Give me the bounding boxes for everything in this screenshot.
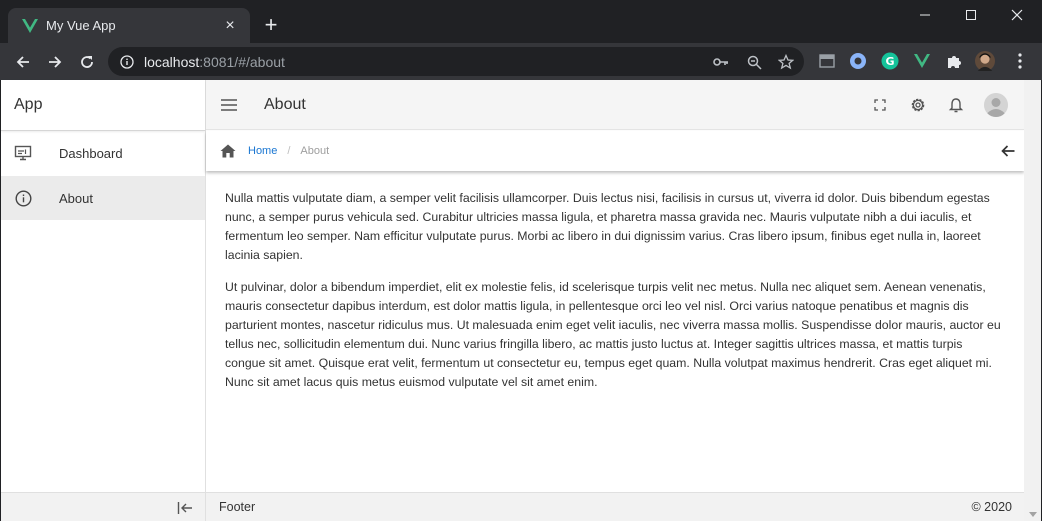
url-text[interactable]: localhost:8081/#/about	[144, 54, 285, 70]
sidebar-item-label: Dashboard	[59, 145, 123, 161]
home-icon[interactable]	[219, 142, 237, 160]
reload-icon[interactable]	[73, 48, 101, 76]
browser-toolbar: localhost:8081/#/about G	[0, 43, 1042, 80]
sidebar-item-about[interactable]: About	[1, 176, 205, 220]
breadcrumb-current: About	[300, 145, 330, 157]
star-icon[interactable]	[777, 53, 795, 71]
content-paragraph: Nulla mattis vulputate diam, a semper ve…	[225, 191, 990, 262]
extension-store-icon[interactable]	[817, 51, 837, 71]
tab-close-icon[interactable]: ×	[220, 16, 240, 36]
puzzle-icon[interactable]	[944, 51, 964, 71]
site-info-icon[interactable]	[120, 54, 134, 69]
maximize-icon[interactable]	[948, 0, 994, 30]
app-bar: About	[206, 80, 1024, 130]
sidebar-title: App	[1, 80, 205, 131]
footer: Footer © 2020	[206, 492, 1024, 521]
main-area: About Home / About Nulla mattis vulputat…	[206, 80, 1024, 521]
sidebar-item-label: About	[59, 190, 93, 206]
avatar[interactable]	[984, 93, 1008, 117]
sidebar-item-dashboard[interactable]: Dashboard	[1, 131, 205, 175]
menu-icon[interactable]	[219, 95, 239, 115]
close-window-icon[interactable]	[994, 0, 1040, 30]
scroll-down-icon[interactable]	[1029, 512, 1037, 517]
extension-circle-icon[interactable]	[848, 51, 868, 71]
footer-text: Footer	[219, 500, 256, 514]
breadcrumb-separator: /	[287, 145, 291, 157]
profile-avatar[interactable]	[975, 51, 995, 71]
url-host: localhost	[144, 53, 200, 70]
vue-devtools-icon[interactable]	[912, 51, 932, 71]
breadcrumb-home-link[interactable]: Home	[248, 145, 277, 157]
tab-title: My Vue App	[46, 18, 116, 33]
zoom-icon[interactable]	[745, 53, 763, 71]
back-arrow-icon[interactable]	[998, 141, 1018, 161]
browser-tabstrip: My Vue App × +	[0, 0, 1042, 43]
bell-icon[interactable]	[946, 95, 966, 115]
minimize-icon[interactable]	[902, 0, 948, 30]
key-icon[interactable]	[712, 53, 730, 71]
collapse-sidebar-icon[interactable]	[175, 498, 195, 518]
breadcrumb: Home / About	[206, 131, 1024, 171]
copyright-text: © 2020	[971, 500, 1013, 514]
new-tab-button[interactable]: +	[258, 12, 284, 38]
info-circle-icon	[1, 189, 45, 207]
grammarly-icon[interactable]: G	[880, 51, 900, 71]
vue-logo-icon	[22, 18, 38, 34]
svg-text:G: G	[885, 55, 894, 68]
address-bar[interactable]: localhost:8081/#/about	[108, 47, 804, 76]
scrollbar[interactable]	[1024, 80, 1041, 521]
page-content: Nulla mattis vulputate diam, a semper ve…	[225, 189, 1005, 405]
forward-arrow-icon[interactable]	[41, 48, 69, 76]
browser-tab[interactable]: My Vue App ×	[8, 8, 250, 43]
content-paragraph: Ut pulvinar, dolor a bibendum imperdiet,…	[225, 280, 1001, 389]
back-arrow-icon[interactable]	[9, 48, 37, 76]
sidebar-footer	[1, 492, 205, 521]
kebab-menu-icon[interactable]	[1010, 51, 1030, 71]
settings-icon[interactable]	[908, 95, 928, 115]
sidebar: App Dashboard About	[1, 80, 206, 521]
page-title: About	[264, 95, 306, 113]
monitor-icon	[1, 145, 45, 161]
app-bar-actions	[870, 80, 1024, 130]
url-path: :8081/#/about	[199, 53, 285, 70]
app-viewport: App Dashboard About About Home / About N…	[1, 80, 1041, 521]
fullscreen-icon[interactable]	[870, 95, 890, 115]
